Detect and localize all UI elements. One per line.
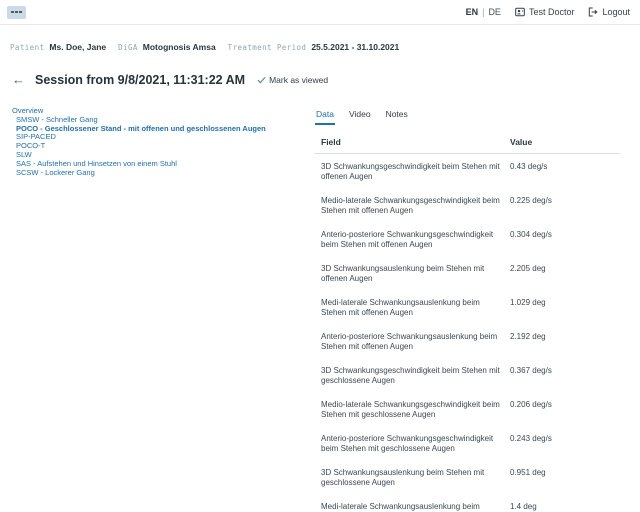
table-row: Anterio-posteriore Schwankungsgeschwindi…	[315, 426, 620, 460]
diga-value: Motognosis Amsa	[143, 42, 216, 52]
table-row: 3D Schwankungsgeschwindigkeit beim Stehe…	[315, 358, 620, 392]
language-switcher: EN | DE	[466, 7, 501, 17]
lang-de-button[interactable]: DE	[488, 7, 501, 17]
field-cell: Medi-laterale Schwankungsauslenkung beim…	[315, 494, 510, 512]
logout-button[interactable]: Logout	[588, 7, 630, 17]
field-cell: Anterio-posteriore Schwankungsauslenkung…	[315, 324, 510, 358]
table-row: 3D Schwankungsauslenkung beim Stehen mit…	[315, 460, 620, 494]
lang-separator: |	[482, 7, 484, 17]
field-cell: Anterio-posteriore Schwankungsgeschwindi…	[315, 222, 510, 256]
logo-dot	[19, 11, 22, 13]
session-detail-panel: Data Video Notes Field Value 3D Schwankung…	[315, 107, 620, 512]
table-row: Anterio-posteriore Schwankungsgeschwindi…	[315, 222, 620, 256]
mark-as-viewed-label: Mark as viewed	[269, 75, 328, 85]
value-cell: 0.951 deg	[510, 460, 620, 494]
mark-as-viewed-button[interactable]: Mark as viewed	[257, 75, 328, 85]
value-cell: 0.243 deg/s	[510, 426, 620, 460]
table-row: Anterio-posteriore Schwankungsauslenkung…	[315, 324, 620, 358]
treatment-period-value: 25.5.2021 - 31.10.2021	[311, 42, 399, 52]
patient-label: Patient	[10, 43, 44, 52]
table-row: Medio-laterale Schwankungsgeschwindigkei…	[315, 392, 620, 426]
check-icon	[257, 76, 266, 84]
session-sidebar: OverviewSMSW - Schneller GangPOCO - Gesc…	[0, 107, 315, 177]
session-title: Session from 9/8/2021, 11:31:22 AM	[35, 73, 245, 87]
tab-data[interactable]: Data	[315, 107, 335, 125]
value-cell: 2.192 deg	[510, 324, 620, 358]
logout-icon	[588, 7, 598, 17]
field-cell: Anterio-posteriore Schwankungsgeschwindi…	[315, 426, 510, 460]
table-row: 3D Schwankungsgeschwindigkeit beim Stehe…	[315, 154, 620, 189]
user-menu[interactable]: Test Doctor	[515, 7, 575, 17]
patient-info-bar: Patient Ms. Doe, Jane DiGA Motognosis Am…	[0, 25, 640, 52]
treatment-period-label: Treatment Period	[228, 43, 307, 52]
field-cell: 3D Schwankungsgeschwindigkeit beim Stehe…	[315, 154, 510, 189]
logout-label: Logout	[602, 7, 630, 17]
diga-label: DiGA	[118, 43, 138, 52]
sidebar-item-poco-t[interactable]: POCO-T	[12, 142, 315, 151]
value-cell: 0.225 deg/s	[510, 188, 620, 222]
detail-tabs: Data Video Notes	[315, 107, 620, 125]
patient-name: Ms. Doe, Jane	[49, 42, 106, 52]
top-bar: EN | DE Test Doctor Logout	[0, 0, 640, 25]
back-arrow-icon[interactable]: ←	[12, 74, 25, 86]
column-header-field: Field	[315, 133, 510, 154]
field-cell: 3D Schwankungsauslenkung beim Stehen mit…	[315, 460, 510, 494]
user-badge-icon	[515, 7, 525, 17]
measurements-table: Field Value 3D Schwankungsgeschwindigkei…	[315, 133, 620, 512]
column-header-value: Value	[510, 133, 620, 154]
value-cell: 0.206 deg/s	[510, 392, 620, 426]
value-cell: 0.43 deg/s	[510, 154, 620, 189]
field-cell: Medio-laterale Schwankungsgeschwindigkei…	[315, 392, 510, 426]
field-cell: 3D Schwankungsauslenkung beim Stehen mit…	[315, 256, 510, 290]
table-row: Medio-laterale Schwankungsgeschwindigkei…	[315, 188, 620, 222]
table-row: Medi-laterale Schwankungsauslenkung beim…	[315, 290, 620, 324]
tab-notes[interactable]: Notes	[385, 107, 409, 125]
table-row: 3D Schwankungsauslenkung beim Stehen mit…	[315, 256, 620, 290]
user-name: Test Doctor	[529, 7, 575, 17]
value-cell: 0.367 deg/s	[510, 358, 620, 392]
table-row: Medi-laterale Schwankungsauslenkung beim…	[315, 494, 620, 512]
field-cell: 3D Schwankungsgeschwindigkeit beim Stehe…	[315, 358, 510, 392]
tab-video[interactable]: Video	[348, 107, 372, 125]
sidebar-item-scsw[interactable]: SCSW - Lockerer Gang	[12, 169, 315, 178]
value-cell: 0.304 deg/s	[510, 222, 620, 256]
logo-dot	[11, 11, 14, 13]
app-logo[interactable]	[7, 6, 26, 19]
logo-dot	[15, 11, 18, 13]
field-cell: Medio-laterale Schwankungsgeschwindigkei…	[315, 188, 510, 222]
lang-en-button[interactable]: EN	[466, 7, 479, 17]
sidebar-item-sip-paced[interactable]: SIP-PACED	[12, 133, 315, 142]
field-cell: Medi-laterale Schwankungsauslenkung beim…	[315, 290, 510, 324]
sidebar-item-poco[interactable]: POCO - Geschlossener Stand - mit offenen…	[12, 125, 315, 134]
value-cell: 1.029 deg	[510, 290, 620, 324]
value-cell: 2.205 deg	[510, 256, 620, 290]
value-cell: 1.4 deg	[510, 494, 620, 512]
measurements-table-body: 3D Schwankungsgeschwindigkeit beim Stehe…	[315, 154, 620, 512]
